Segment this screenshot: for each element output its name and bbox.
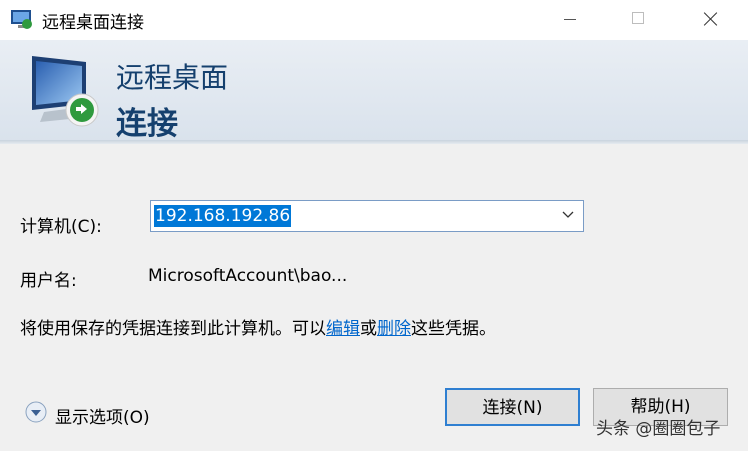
window-title: 远程桌面连接 (42, 13, 144, 33)
chevron-down-icon[interactable] (562, 211, 574, 219)
credentials-note-suffix: 这些凭据。 (411, 319, 496, 339)
header-banner: 远程桌面 连接 (0, 40, 748, 144)
watermark-text: 头条 @圈圈包子 (596, 419, 721, 439)
banner-title: 远程桌面 (116, 61, 229, 94)
maximize-button[interactable] (615, 0, 661, 40)
title-bar: 远程桌面连接 (0, 0, 748, 40)
remote-desktop-icon (11, 10, 32, 29)
computer-combobox[interactable]: 192.168.192.86 (150, 200, 584, 232)
minimize-button[interactable] (547, 0, 593, 40)
computer-label: 计算机(C): (20, 217, 102, 237)
delete-credentials-link[interactable]: 删除 (377, 319, 411, 339)
show-options-button[interactable]: 显示选项(O) (55, 403, 150, 428)
remote-desktop-monitor-icon (32, 56, 99, 127)
banner-subtitle: 连接 (116, 106, 178, 142)
close-button[interactable] (688, 0, 734, 40)
credentials-note-or: 或 (360, 319, 377, 339)
expand-options-icon[interactable] (24, 400, 48, 424)
banner-divider (0, 140, 748, 144)
credentials-note: 将使用保存的凭据连接到此计算机。可以编辑或删除这些凭据。 (20, 314, 496, 339)
computer-input[interactable]: 192.168.192.86 (154, 205, 292, 227)
credentials-note-text: 将使用保存的凭据连接到此计算机。可以 (20, 319, 326, 339)
connect-button[interactable]: 连接(N) (445, 388, 580, 426)
edit-credentials-link[interactable]: 编辑 (326, 319, 360, 339)
username-value: MicrosoftAccount\bao... (148, 266, 348, 286)
username-label: 用户名: (20, 271, 77, 291)
